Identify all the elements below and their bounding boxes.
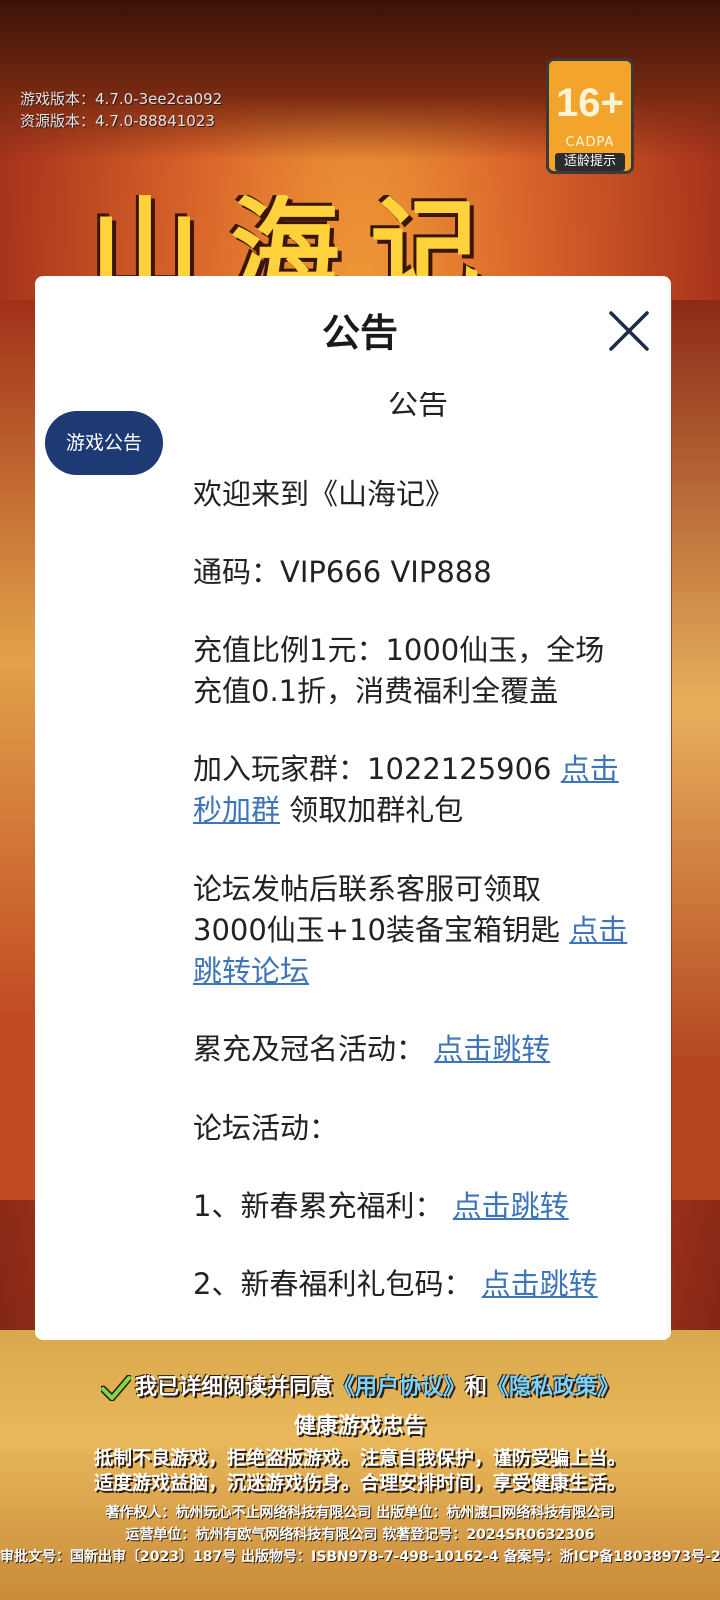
activity-item-1-link[interactable]: 点击跳转 [453,1189,569,1223]
close-button[interactable] [606,308,652,354]
cumulative-link[interactable]: 点击跳转 [434,1032,550,1066]
agree-checkbox[interactable] [99,1374,133,1402]
background-right-art [672,300,720,1200]
cumulative-text: 累充及冠名活动： 点击跳转 [193,1032,551,1066]
resource-version: 资源版本：4.7.0-88841023 [20,112,215,130]
codes-text: 通码：VIP666 VIP888 [193,555,492,589]
health-advice-line-2: 适度游戏益脑，沉迷游戏伤身。合理安排时间，享受健康生活。 [93,1472,626,1494]
age-rating-org: CADPA [565,135,615,150]
health-advice-title: 健康游戏忠告 [293,1414,426,1439]
announcement-content[interactable]: 公告 欢迎来到《山海记》 通码：VIP666 VIP888 充值比例1元：100… [193,392,643,1312]
tab-game-announcement[interactable]: 游戏公告 [45,411,163,475]
background-left-art [0,300,40,1200]
age-rating-tip: 适龄提示 [555,153,625,171]
activity-item-2-link[interactable]: 点击跳转 [482,1267,598,1301]
operator-line: 运营单位：杭州有欧气网络科技有限公司 软著登记号：2024SR0632306 [125,1527,595,1543]
license-line: 审批文号：国新出审〔2023〕187号 出版物号：ISBN978-7-498-1… [0,1549,720,1565]
game-version: 游戏版本：4.7.0-3ee2ca092 [20,90,223,108]
forum-activity-heading: 论坛活动： [193,1111,339,1145]
group-text: 加入玩家群：1022125906 点击秒加群 领取加群礼包 [193,752,619,827]
checkmark-icon [99,1374,133,1402]
activity-item-2: 2、新春福利礼包码： 点击跳转 [193,1267,598,1301]
health-advice-line-1: 抵制不良游戏，拒绝盗版游戏。注意自我保护，谨防受骗上当。 [93,1447,626,1469]
copyright-line: 著作权人：杭州玩心不止网络科技有限公司 出版单位：杭州渡口网络科技有限公司 [105,1505,615,1521]
activity-item-1: 1、新春累充福利： 点击跳转 [193,1189,569,1223]
game-logo: 山海记 [90,195,510,285]
agreement-row: 我已详细阅读并同意《用户协议》和《隐私政策》 [0,1372,720,1404]
close-icon [609,311,649,351]
content-heading: 公告 [388,392,448,422]
user-agreement-link[interactable]: 《用户协议》 [333,1375,465,1400]
age-rating-number: 16+ [556,81,624,125]
age-rating-badge[interactable]: 16+ CADPA 适龄提示 [546,58,634,174]
recharge-text: 充值比例1元：1000仙玉，全场 充值0.1折，消费福利全覆盖 [193,633,605,708]
welcome-text: 欢迎来到《山海记》 [193,477,455,511]
privacy-policy-link[interactable]: 《隐私政策》 [487,1375,619,1400]
version-info: 游戏版本：4.7.0-3ee2ca092 资源版本：4.7.0-88841023 [20,88,222,132]
forum-text: 论坛发帖后联系客服可领取 3000仙玉+10装备宝箱钥匙 点击跳转论坛 [193,872,628,988]
